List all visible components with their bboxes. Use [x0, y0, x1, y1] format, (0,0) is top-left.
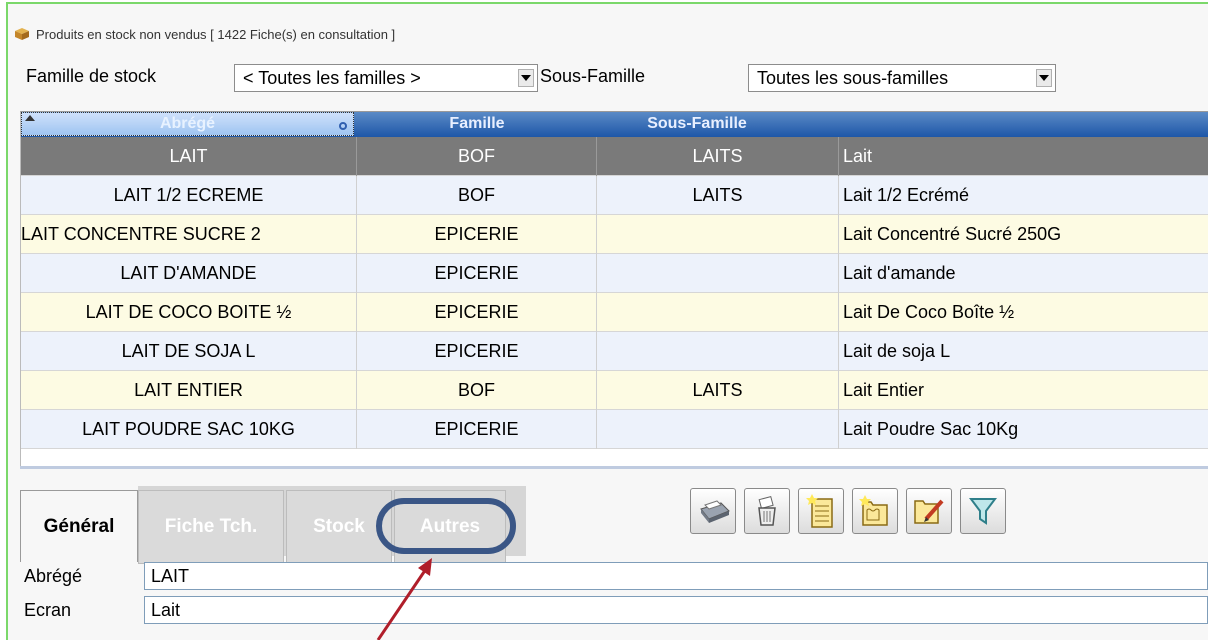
cell-sous-famille: [597, 254, 839, 293]
famille-value: < Toutes les familles >: [243, 67, 421, 88]
cell-abrege: LAIT D'AMANDE: [21, 254, 357, 293]
table-row[interactable]: LAIT ENTIER BOF LAITS Lait Entier: [21, 371, 1208, 410]
edit-document-icon: [914, 499, 944, 524]
column-header-sous-famille[interactable]: Sous-Famille: [597, 115, 797, 133]
table-row[interactable]: LAIT DE SOJA L EPICERIE Lait de soja L: [21, 332, 1208, 371]
cell-abrege: LAIT CONCENTRE SUCRE 2: [21, 215, 357, 254]
tab-general[interactable]: Général: [20, 490, 138, 562]
print-button[interactable]: [690, 488, 736, 534]
sous-famille-dropdown[interactable]: Toutes les sous-familles: [748, 64, 1056, 92]
cell-sous-famille: LAITS: [597, 176, 839, 215]
chevron-down-icon[interactable]: [1036, 69, 1052, 87]
column-header-abrege-label[interactable]: Abrégé: [21, 115, 354, 133]
cell-abrege: LAIT DE SOJA L: [21, 332, 357, 371]
cell-famille: EPICERIE: [357, 254, 597, 293]
table-row[interactable]: LAIT DE COCO BOITE ½ EPICERIE Lait De Co…: [21, 293, 1208, 332]
cell-sous-famille: [597, 410, 839, 449]
new-folder-button[interactable]: [852, 488, 898, 534]
edit-record-button[interactable]: [906, 488, 952, 534]
delete-button[interactable]: [744, 488, 790, 534]
table-row[interactable]: LAIT CONCENTRE SUCRE 2 EPICERIE Lait Con…: [21, 215, 1208, 254]
famille-label: Famille de stock: [26, 66, 157, 86]
printer-icon: [700, 500, 730, 523]
chevron-down-icon[interactable]: [518, 69, 534, 87]
cell-ecran: Lait: [843, 146, 873, 166]
cell-ecran: Lait de soja L: [843, 341, 951, 361]
ecran-label: Ecran: [24, 600, 72, 620]
ecran-field[interactable]: Lait: [144, 596, 1208, 624]
annotation-circle: [376, 498, 516, 554]
cell-sous-famille: [597, 215, 839, 254]
famille-dropdown[interactable]: < Toutes les familles >: [234, 64, 538, 92]
form-row-ecran: Ecran Lait: [24, 596, 1208, 626]
trash-icon: [758, 495, 776, 526]
new-folder-icon: [859, 495, 888, 526]
products-grid: Abrégé Famille Sous-Famille LAIT BOF LAI…: [20, 111, 1208, 468]
cell-abrege: LAIT 1/2 ECREME: [21, 176, 357, 215]
cell-famille: BOF: [357, 371, 597, 410]
tab-fiche-tch[interactable]: Fiche Tch.: [138, 490, 284, 564]
table-row[interactable]: LAIT BOF LAITS Lait: [21, 137, 1208, 176]
cell-ecran: Lait De Coco Boîte ½: [843, 302, 1015, 322]
cell-ecran: Lait Concentré Sucré 250G: [843, 224, 1062, 244]
new-document-icon: [806, 494, 833, 528]
cell-abrege: LAIT: [21, 137, 357, 176]
cell-ecran: Lait Entier: [843, 380, 925, 400]
table-row[interactable]: LAIT D'AMANDE EPICERIE Lait d'amande: [21, 254, 1208, 293]
cell-sous-famille: [597, 332, 839, 371]
cell-abrege: LAIT ENTIER: [21, 371, 357, 410]
form-row-abrege: Abrégé LAIT: [24, 562, 1208, 592]
cell-famille: BOF: [357, 176, 597, 215]
table-row[interactable]: LAIT POUDRE SAC 10KG EPICERIE Lait Poudr…: [21, 410, 1208, 449]
cell-sous-famille: LAITS: [597, 371, 839, 410]
cell-sous-famille: [597, 293, 839, 332]
window-title: Produits en stock non vendus [ 1422 Fich…: [36, 26, 396, 42]
cell-abrege: LAIT DE COCO BOITE ½: [21, 293, 357, 332]
cell-famille: EPICERIE: [357, 293, 597, 332]
sous-famille-value: Toutes les sous-familles: [757, 67, 949, 88]
filter-bar: Famille de stock < Toutes les familles >…: [26, 62, 1206, 94]
cell-famille: BOF: [357, 137, 597, 176]
cell-sous-famille: LAITS: [597, 137, 839, 176]
cell-ecran: Lait d'amande: [843, 263, 956, 283]
window-title-bar: Produits en stock non vendus [ 1422 Fich…: [14, 24, 395, 44]
cell-ecran: Lait 1/2 Ecrémé: [843, 185, 970, 205]
cell-abrege: LAIT POUDRE SAC 10KG: [21, 410, 357, 449]
cell-ecran: Lait Poudre Sac 10Kg: [843, 419, 1019, 439]
box-icon: [15, 28, 29, 40]
abrege-field[interactable]: LAIT: [144, 562, 1208, 590]
cell-famille: EPICERIE: [357, 215, 597, 254]
table-row[interactable]: LAIT 1/2 ECREME BOF LAITS Lait 1/2 Ecrém…: [21, 176, 1208, 215]
annotation-arrow-icon: [376, 558, 432, 640]
abrege-label: Abrégé: [24, 566, 83, 586]
cell-famille: EPICERIE: [357, 410, 597, 449]
filter-button[interactable]: [960, 488, 1006, 534]
sous-famille-label: Sous-Famille: [540, 66, 646, 86]
grid-header: Abrégé Famille Sous-Famille: [21, 112, 1208, 137]
grid-divider: [20, 466, 1208, 469]
cell-famille: EPICERIE: [357, 332, 597, 371]
column-header-famille[interactable]: Famille: [357, 115, 597, 133]
new-record-button[interactable]: [798, 488, 844, 534]
filter-icon: [969, 498, 997, 525]
